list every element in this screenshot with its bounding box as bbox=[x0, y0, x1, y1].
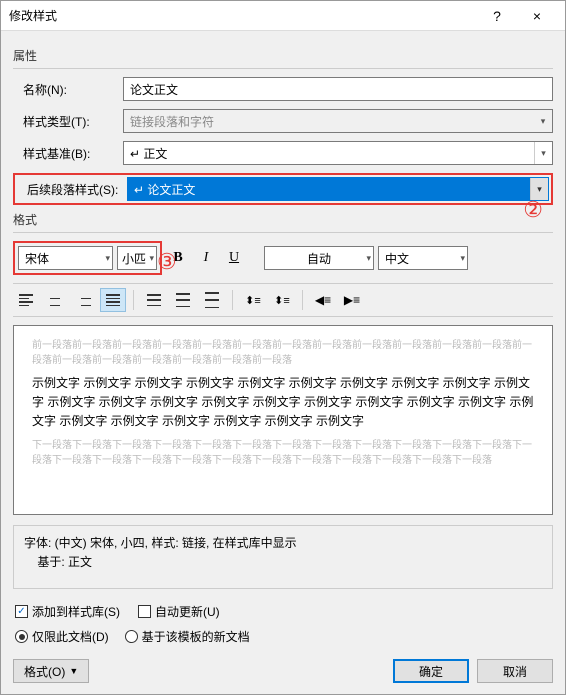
modify-style-dialog: 修改样式 ? × 属性 名称(N): 样式类型(T): 链接段落和字符 ▾ 样式… bbox=[0, 0, 566, 695]
preview-before-text: 前一段落前一段落前一段落前一段落前一段落前一段落前一段落前一段落前一段落前一段落… bbox=[32, 338, 534, 368]
divider bbox=[13, 68, 553, 69]
checkbox-icon bbox=[138, 605, 151, 618]
following-style-combo[interactable]: ↵ 论文正文 ▾ bbox=[127, 177, 549, 201]
italic-button[interactable]: I bbox=[194, 246, 218, 270]
annotation-marker-2: ② bbox=[523, 197, 543, 223]
section-format-label: 格式 bbox=[13, 211, 553, 228]
following-label: 后续段落样式(S): bbox=[17, 181, 127, 198]
line-spacing-1-button[interactable] bbox=[141, 288, 167, 312]
space-before-dec-button[interactable]: ⬍≡ bbox=[269, 288, 295, 312]
format-menu-button[interactable]: 格式(O)▼ bbox=[13, 659, 89, 683]
align-justify-button[interactable] bbox=[100, 288, 126, 312]
ok-button[interactable]: 确定 bbox=[393, 659, 469, 683]
styletype-combo: 链接段落和字符 ▾ bbox=[123, 109, 553, 133]
align-right-button[interactable] bbox=[71, 288, 97, 312]
indent-decrease-button[interactable]: ◀≡ bbox=[310, 288, 336, 312]
chevron-down-icon[interactable]: ▾ bbox=[149, 247, 154, 269]
chevron-down-icon[interactable]: ▾ bbox=[366, 247, 371, 269]
font-size-combo[interactable]: 小匹 ▾ bbox=[117, 246, 157, 270]
underline-button[interactable]: U bbox=[222, 246, 246, 270]
line-spacing-2-button[interactable] bbox=[199, 288, 225, 312]
styletype-label: 样式类型(T): bbox=[13, 113, 123, 130]
window-title: 修改样式 bbox=[9, 7, 477, 24]
style-description: 字体: (中文) 宋体, 小四, 样式: 链接, 在样式库中显示 基于: 正文 bbox=[13, 525, 553, 589]
space-before-inc-button[interactable]: ⬍≡ bbox=[240, 288, 266, 312]
language-combo[interactable]: 中文 ▾ bbox=[378, 246, 468, 270]
help-button[interactable]: ? bbox=[477, 8, 517, 24]
chevron-down-icon[interactable]: ▾ bbox=[534, 142, 552, 164]
align-center-button[interactable] bbox=[42, 288, 68, 312]
auto-update-checkbox[interactable]: 自动更新(U) bbox=[138, 603, 220, 620]
chevron-down-icon: ▼ bbox=[69, 666, 78, 676]
radio-checked-icon bbox=[15, 630, 28, 643]
radio-icon bbox=[125, 630, 138, 643]
stylebase-label: 样式基准(B): bbox=[13, 145, 123, 162]
add-to-style-library-checkbox[interactable]: ✓ 添加到样式库(S) bbox=[15, 603, 120, 620]
titlebar: 修改样式 ? × bbox=[1, 1, 565, 31]
chevron-down-icon[interactable]: ▾ bbox=[105, 247, 110, 269]
line-spacing-15-button[interactable] bbox=[170, 288, 196, 312]
font-color-combo[interactable]: 自动 ▾ bbox=[264, 246, 374, 270]
stylebase-combo[interactable]: ↵ 正文 ▾ bbox=[123, 141, 553, 165]
paragraph-toolbar: ⬍≡ ⬍≡ ◀≡ ▶≡ bbox=[13, 283, 553, 317]
cancel-button[interactable]: 取消 bbox=[477, 659, 553, 683]
align-left-button[interactable] bbox=[13, 288, 39, 312]
template-documents-radio[interactable]: 基于该模板的新文档 bbox=[125, 628, 250, 645]
chevron-down-icon: ▾ bbox=[534, 110, 552, 132]
section-properties-label: 属性 bbox=[13, 47, 553, 64]
chevron-down-icon[interactable]: ▾ bbox=[460, 247, 465, 269]
annotation-marker-3: ③ bbox=[157, 249, 177, 275]
checkbox-checked-icon: ✓ bbox=[15, 605, 28, 618]
this-document-radio[interactable]: 仅限此文档(D) bbox=[15, 628, 109, 645]
annotation-box-2: 后续段落样式(S): ↵ 论文正文 ▾ bbox=[13, 173, 553, 205]
name-label: 名称(N): bbox=[13, 81, 123, 98]
divider bbox=[13, 232, 553, 233]
font-combo[interactable]: 宋体 ▾ bbox=[18, 246, 113, 270]
annotation-box-3: 宋体 ▾ 小匹 ▾ bbox=[13, 241, 162, 275]
close-button[interactable]: × bbox=[517, 8, 557, 24]
preview-after-text: 下一段落下一段落下一段落下一段落下一段落下一段落下一段落下一段落下一段落下一段落… bbox=[32, 438, 534, 468]
preview-sample-text: 示例文字 示例文字 示例文字 示例文字 示例文字 示例文字 示例文字 示例文字 … bbox=[32, 374, 534, 432]
name-input[interactable] bbox=[123, 77, 553, 101]
indent-increase-button[interactable]: ▶≡ bbox=[339, 288, 365, 312]
preview-area: 前一段落前一段落前一段落前一段落前一段落前一段落前一段落前一段落前一段落前一段落… bbox=[13, 325, 553, 515]
